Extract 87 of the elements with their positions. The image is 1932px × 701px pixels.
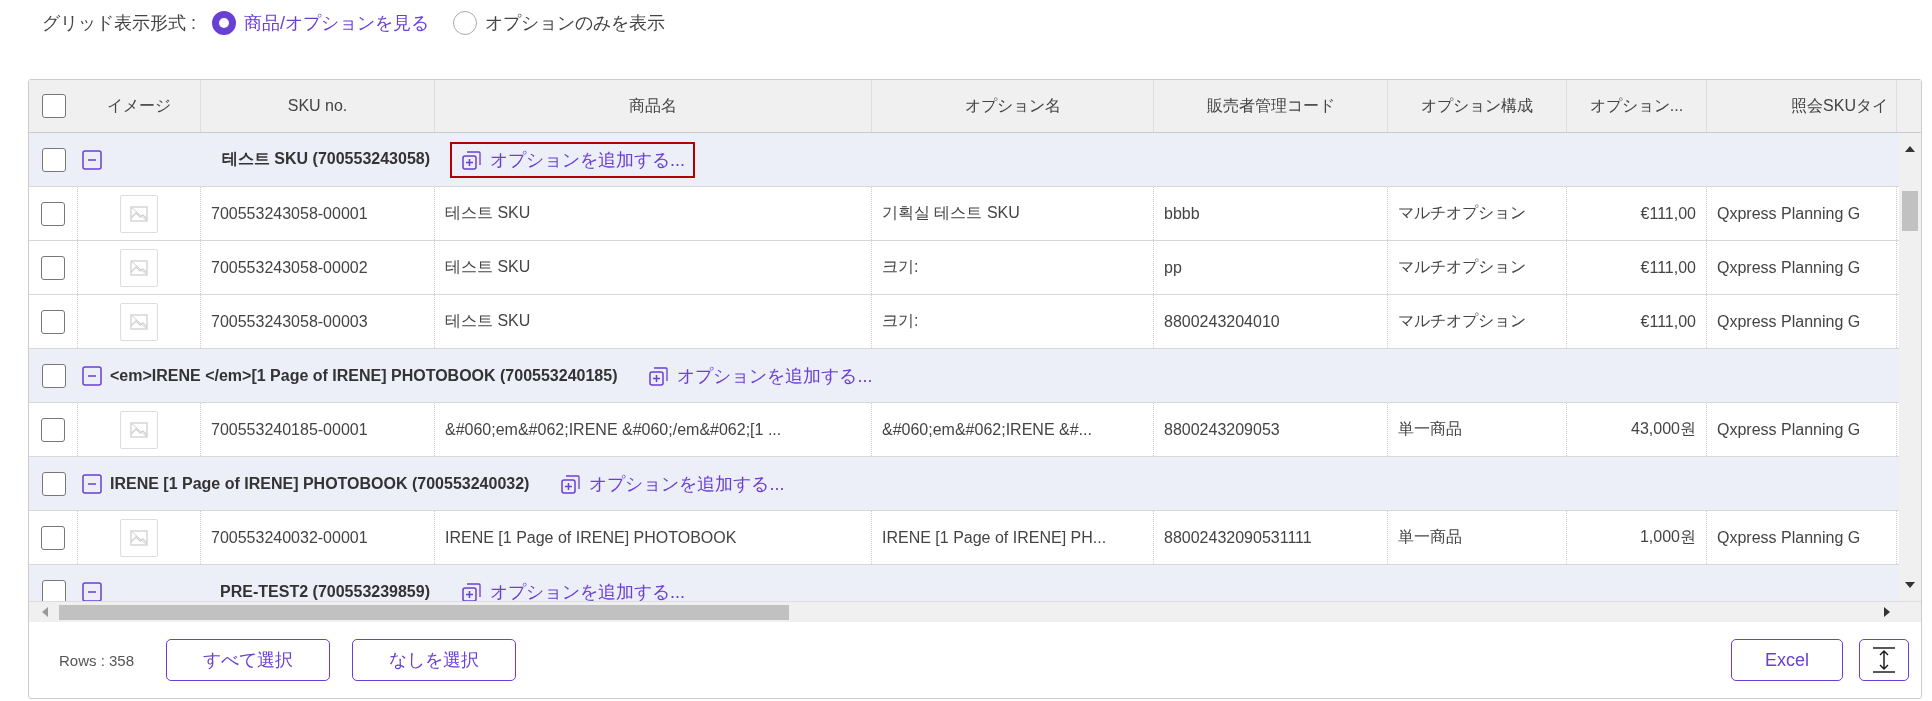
- checkbox[interactable]: [41, 471, 66, 496]
- table-cell: 기획실 테스트 SKU: [872, 187, 1154, 240]
- checkbox[interactable]: [41, 363, 66, 388]
- table-cell: 700553240032-00001: [201, 511, 435, 564]
- vertical-scrollbar[interactable]: [1899, 133, 1921, 601]
- column-header[interactable]: 販売者管理コード: [1154, 80, 1388, 132]
- table-cell: マルチオプション: [1388, 295, 1567, 348]
- image-placeholder-icon: [120, 248, 158, 287]
- table-cell: pp: [1154, 241, 1388, 294]
- checkbox[interactable]: [41, 579, 66, 601]
- select-button[interactable]: すべて選択: [166, 639, 331, 681]
- checkbox[interactable]: [41, 94, 66, 118]
- table-cell: 8800243204010: [1154, 295, 1388, 348]
- checkbox[interactable]: [41, 309, 65, 334]
- table-cell: IRENE [1 Page of IRENE] PH...: [872, 511, 1154, 564]
- table-cell: 크기:: [872, 295, 1154, 348]
- select-button[interactable]: なしを選択: [352, 639, 517, 681]
- image-placeholder-icon: [120, 302, 158, 341]
- table-cell: €111,00: [1567, 187, 1707, 240]
- add-option-link[interactable]: オプションを追加する...: [450, 573, 695, 601]
- table-cell: 테스트 SKU: [435, 295, 872, 348]
- table-cell: bbbb: [1154, 187, 1388, 240]
- view-mode-radio[interactable]: 商品/オプションを見る: [212, 11, 430, 35]
- column-header[interactable]: イメージ: [78, 80, 201, 132]
- collapse-icon[interactable]: [82, 581, 102, 601]
- checkbox[interactable]: [41, 525, 65, 550]
- group-title: <em>IRENE </em>[1 Page of IRENE] PHOTOBOOK (700553240185): [110, 366, 618, 385]
- collapse-icon[interactable]: [82, 149, 102, 170]
- checkbox[interactable]: [41, 255, 65, 280]
- image-placeholder-icon: [120, 194, 158, 233]
- grid-format-label: グリッド表示形式 :: [42, 12, 196, 35]
- column-header[interactable]: オプション名: [872, 80, 1154, 132]
- row-height-button[interactable]: [1859, 639, 1909, 681]
- table-cell: &#060;em&#062;IRENE &#060;/em&#062;[1 ...: [435, 403, 872, 456]
- column-header[interactable]: 商品名: [435, 80, 872, 132]
- column-header[interactable]: SKU no.: [201, 80, 435, 132]
- table-cell: Qxpress Planning G: [1707, 241, 1897, 294]
- rows-count: Rows : 358: [59, 651, 135, 669]
- group-title: IRENE [1 Page of IRENE] PHOTOBOOK (700553240032): [110, 474, 530, 493]
- table-cell: 88002432090531111: [1154, 511, 1388, 564]
- table-cell: Qxpress Planning G: [1707, 295, 1897, 348]
- view-mode-radio[interactable]: オプションのみを表示: [453, 11, 666, 35]
- scroll-down-icon[interactable]: [1905, 581, 1915, 589]
- image-placeholder-icon: [120, 410, 158, 449]
- scroll-left-icon[interactable]: [41, 607, 49, 617]
- table-cell: 테스트 SKU: [435, 241, 872, 294]
- checkbox[interactable]: [41, 417, 65, 442]
- table-cell: 1,000원: [1567, 511, 1707, 564]
- column-header[interactable]: 照会SKUタイ: [1707, 80, 1897, 132]
- scroll-right-icon[interactable]: [1883, 607, 1891, 617]
- table-cell: 単一商品: [1388, 511, 1567, 564]
- table-cell: Qxpress Planning G: [1707, 403, 1897, 456]
- add-option-link[interactable]: オプションを追加する...: [450, 141, 695, 178]
- table-cell: 8800243209053: [1154, 403, 1388, 456]
- table-cell: €111,00: [1567, 295, 1707, 348]
- table-cell: 700553240185-00001: [201, 403, 435, 456]
- group-title: 테스트 SKU (700553243058): [220, 149, 430, 169]
- excel-button[interactable]: Excel: [1731, 639, 1843, 681]
- table-cell: Qxpress Planning G: [1707, 187, 1897, 240]
- table-cell: 크기:: [872, 241, 1154, 294]
- horizontal-scrollbar[interactable]: [29, 601, 1921, 622]
- table-cell: マルチオプション: [1388, 187, 1567, 240]
- column-header[interactable]: オプション構成: [1388, 80, 1567, 132]
- table-cell: €111,00: [1567, 241, 1707, 294]
- scroll-thumb[interactable]: [59, 605, 789, 620]
- scroll-thumb[interactable]: [1902, 191, 1918, 231]
- table-cell: 43,000원: [1567, 403, 1707, 456]
- table-cell: 700553243058-00003: [201, 295, 435, 348]
- table-cell: 単一商品: [1388, 403, 1567, 456]
- collapse-icon[interactable]: [82, 365, 102, 386]
- table-cell: 700553243058-00002: [201, 241, 435, 294]
- image-placeholder-icon: [120, 518, 158, 557]
- table-cell: マルチオプション: [1388, 241, 1567, 294]
- checkbox[interactable]: [41, 201, 65, 226]
- table-cell: 700553243058-00001: [201, 187, 435, 240]
- group-title: PRE-TEST2 (700553239859): [219, 582, 430, 601]
- table-cell: Qxpress Planning G: [1707, 511, 1897, 564]
- collapse-icon[interactable]: [82, 473, 102, 494]
- vertical-resize-icon: [1871, 646, 1897, 674]
- checkbox[interactable]: [41, 147, 66, 172]
- column-header[interactable]: オプション...: [1567, 80, 1707, 132]
- scroll-up-icon[interactable]: [1905, 145, 1915, 153]
- table-cell: 테스트 SKU: [435, 187, 872, 240]
- add-option-link[interactable]: オプションを追加する...: [637, 357, 883, 394]
- table-cell: IRENE [1 Page of IRENE] PHOTOBOOK: [435, 511, 872, 564]
- table-cell: &#060;em&#062;IRENE &#...: [872, 403, 1154, 456]
- add-option-link[interactable]: オプションを追加する...: [549, 465, 795, 502]
